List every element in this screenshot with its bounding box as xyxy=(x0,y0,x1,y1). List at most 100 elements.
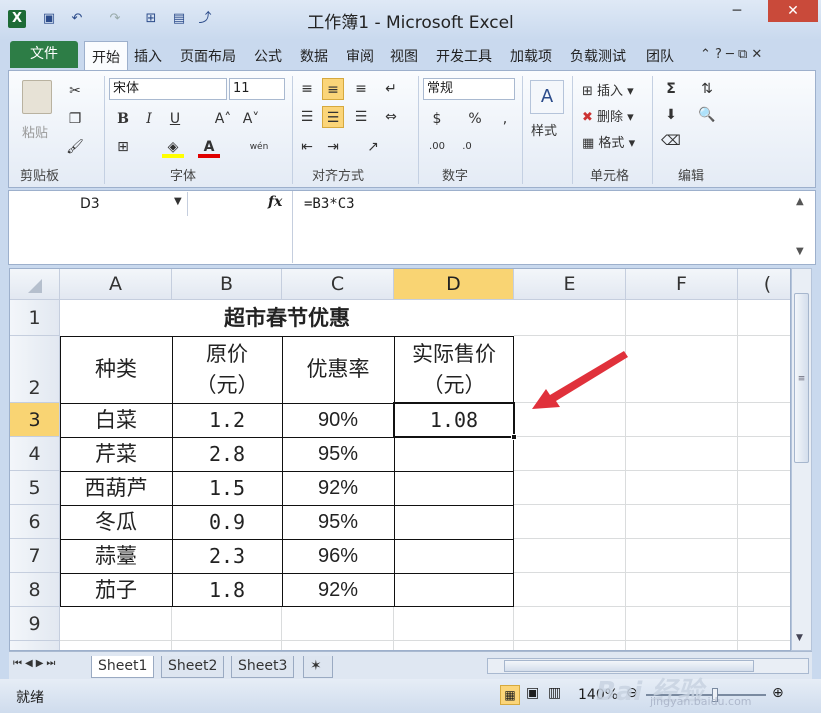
cell-c7[interactable]: 96% xyxy=(282,539,394,573)
page-layout-view-icon[interactable]: ▣ xyxy=(526,685,539,701)
tab-view[interactable]: 视图 xyxy=(390,46,418,66)
orientation-icon[interactable]: ↗ xyxy=(362,136,384,158)
header-discount[interactable]: 优惠率 xyxy=(282,336,394,403)
styles-icon[interactable]: A xyxy=(530,80,564,114)
tab-data[interactable]: 数据 xyxy=(300,46,328,66)
page-break-view-icon[interactable]: ▥ xyxy=(548,685,561,701)
cell-b8[interactable]: 1.8 xyxy=(172,573,282,607)
cell-a6[interactable]: 冬瓜 xyxy=(60,505,172,539)
comma-button[interactable]: , xyxy=(494,108,516,130)
header-final-price-line1[interactable]: 实际售价 xyxy=(394,339,514,369)
cell-b4[interactable]: 2.8 xyxy=(172,437,282,471)
form-icon[interactable]: ▤ xyxy=(170,10,188,28)
align-center-icon[interactable]: ☰ xyxy=(322,106,344,128)
row-header-10[interactable]: 10 xyxy=(10,641,60,650)
fill-icon[interactable]: ⬇ xyxy=(660,104,682,126)
header-category[interactable]: 种类 xyxy=(60,336,172,403)
tab-developer[interactable]: 开发工具 xyxy=(436,46,492,66)
paste-button[interactable]: 粘贴 xyxy=(22,122,48,141)
cell-a3[interactable]: 白菜 xyxy=(60,403,172,437)
increase-indent-icon[interactable]: ⇥ xyxy=(322,136,344,158)
row-header-4[interactable]: 4 xyxy=(10,437,60,471)
autosum-button[interactable]: Σ xyxy=(660,78,682,100)
cell-a7[interactable]: 蒜薹 xyxy=(60,539,172,573)
bold-button[interactable]: B xyxy=(112,108,134,130)
font-size-select[interactable]: 11 xyxy=(229,78,285,100)
column-header-a[interactable]: A xyxy=(60,269,172,300)
number-format-select[interactable]: 常规 xyxy=(423,78,515,100)
table-icon[interactable]: ⊞ xyxy=(142,10,160,28)
column-header-d[interactable]: D xyxy=(394,269,514,300)
format-painter-icon[interactable]: 🖌 xyxy=(64,136,86,158)
formula-scroll-down-icon[interactable]: ▼ xyxy=(796,246,804,257)
fill-color-icon[interactable]: ◈ xyxy=(162,136,184,158)
tab-team[interactable]: 团队 xyxy=(646,46,674,66)
cell-c4[interactable]: 95% xyxy=(282,437,394,471)
currency-icon[interactable]: $ xyxy=(426,108,448,130)
name-box-dropdown-icon[interactable]: ▼ xyxy=(174,196,182,207)
zoom-in-icon[interactable]: ⊕ xyxy=(772,685,784,701)
underline-button[interactable]: U xyxy=(164,108,186,130)
sheet-nav-icons[interactable]: ⏮◀▶⏭ xyxy=(13,658,58,669)
cell-b6[interactable]: 0.9 xyxy=(172,505,282,539)
ribbon-window-controls[interactable]: ⌃ ? ─ ⧉ ✕ xyxy=(700,47,762,62)
font-color-icon[interactable]: A xyxy=(198,136,220,158)
row-header-2[interactable]: 2 xyxy=(10,336,60,403)
column-header-b[interactable]: B xyxy=(172,269,282,300)
header-price-line2[interactable]: （元） xyxy=(172,370,282,400)
formula-scroll-up-icon[interactable]: ▲ xyxy=(796,196,804,207)
styles-button[interactable]: 样式 xyxy=(531,120,557,139)
vertical-scrollbar[interactable]: ≡ ▼ xyxy=(791,268,812,651)
name-box[interactable]: D3 xyxy=(10,192,188,216)
cell-c8[interactable]: 92% xyxy=(282,573,394,607)
find-select-icon[interactable]: 🔍 xyxy=(696,104,718,126)
tab-formulas[interactable]: 公式 xyxy=(254,46,282,66)
header-final-price-line2[interactable]: （元） xyxy=(394,370,514,400)
column-header-e[interactable]: E xyxy=(514,269,626,300)
row-header-6[interactable]: 6 xyxy=(10,505,60,539)
tab-page-layout[interactable]: 页面布局 xyxy=(180,46,236,66)
align-middle-icon[interactable]: ≡ xyxy=(322,78,344,100)
align-right-icon[interactable]: ☰ xyxy=(350,106,372,128)
cell-c6[interactable]: 95% xyxy=(282,505,394,539)
font-name-select[interactable]: 宋体 xyxy=(109,78,227,100)
delete-cells-button[interactable]: ✖ 删除 ▾ xyxy=(582,106,634,125)
row-header-8[interactable]: 8 xyxy=(10,573,60,607)
percent-button[interactable]: % xyxy=(464,108,486,130)
borders-icon[interactable]: ⊞ xyxy=(112,136,134,158)
grow-font-button[interactable]: A˄ xyxy=(212,108,234,130)
column-header-c[interactable]: C xyxy=(282,269,394,300)
sheet-tab-sheet1[interactable]: Sheet1 xyxy=(91,656,155,678)
cell-b5[interactable]: 1.5 xyxy=(172,471,282,505)
cell-c3[interactable]: 90% xyxy=(282,403,394,437)
wrap-text-icon[interactable]: ↵ xyxy=(380,78,402,100)
file-tab[interactable]: 文件 xyxy=(10,41,78,68)
insert-cells-button[interactable]: ⊞ 插入 ▾ xyxy=(582,80,634,99)
align-top-icon[interactable]: ≡ xyxy=(296,78,318,100)
row-header-1[interactable]: 1 xyxy=(10,300,60,336)
minimize-button[interactable]: ─ xyxy=(720,0,754,22)
column-header-f[interactable]: F xyxy=(626,269,738,300)
tab-insert[interactable]: 插入 xyxy=(134,46,162,66)
italic-button[interactable]: I xyxy=(138,108,160,130)
scroll-down-icon[interactable]: ▼ xyxy=(796,633,803,643)
tab-load-test[interactable]: 负载测试 xyxy=(570,46,626,66)
insert-sheet-icon[interactable]: ✶ xyxy=(303,656,333,678)
worksheet-grid[interactable]: A B C D E F ( 1 2 3 4 5 6 7 8 9 10 超市春节优… xyxy=(9,268,791,651)
redo-icon[interactable]: ↷ xyxy=(106,10,124,28)
insert-function-button[interactable]: fx xyxy=(268,194,282,210)
increase-decimal-icon[interactable]: .00 xyxy=(426,136,448,158)
share-icon[interactable]: ⤴ xyxy=(196,10,214,28)
cell-b7[interactable]: 2.3 xyxy=(172,539,282,573)
table-title[interactable]: 超市春节优惠 xyxy=(60,300,514,336)
save-icon[interactable]: ▣ xyxy=(40,10,58,28)
header-price-line1[interactable]: 原价 xyxy=(172,339,282,369)
row-header-7[interactable]: 7 xyxy=(10,539,60,573)
undo-icon[interactable]: ↶ xyxy=(68,10,86,28)
row-header-9[interactable]: 9 xyxy=(10,607,60,641)
active-cell-selection[interactable] xyxy=(393,402,515,438)
format-cells-button[interactable]: ▦ 格式 ▾ xyxy=(582,132,635,151)
paste-icon[interactable] xyxy=(22,80,52,114)
sort-filter-icon[interactable]: ⇅ xyxy=(696,78,718,100)
merge-center-icon[interactable]: ⇔ xyxy=(380,106,402,128)
